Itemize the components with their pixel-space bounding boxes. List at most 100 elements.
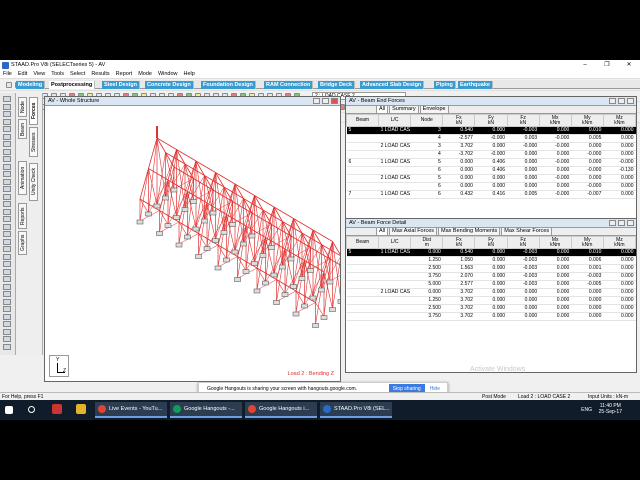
side-tool-button[interactable] <box>3 186 11 192</box>
side-tool-button[interactable] <box>3 253 11 260</box>
pinned-app-icon[interactable] <box>52 404 62 414</box>
side-tool-button[interactable] <box>3 276 11 282</box>
menu-results[interactable]: Results <box>88 71 112 77</box>
side-tool-button[interactable] <box>3 291 11 297</box>
side-tab-node[interactable]: Node <box>18 97 27 117</box>
side-tab-stresses[interactable]: Stresses <box>29 127 38 157</box>
purlin[interactable] <box>148 168 169 181</box>
rafter[interactable] <box>148 137 158 169</box>
column-header[interactable]: Beam <box>345 114 380 127</box>
table-row[interactable]: 6 0.000 0.406 0.000 0.000 -0.000 -0.130 <box>346 166 636 175</box>
column-header[interactable]: L/C <box>378 236 412 249</box>
menu-file[interactable]: File <box>0 71 15 77</box>
table-row[interactable]: 3.750 2.070 0.000 -0.003 0.000 -0.003 0.000 <box>346 272 636 281</box>
menu-mode[interactable]: Mode <box>135 71 155 77</box>
brace[interactable] <box>148 137 158 214</box>
table-row[interactable]: 2.500 3.702 0.000 0.000 0.000 0.000 0.000 <box>346 304 636 313</box>
table-row[interactable]: 5.000 2.577 0.000 -0.003 0.000 -0.005 0.000 <box>346 280 636 289</box>
table-row[interactable]: 1.250 3.702 0.000 0.000 0.000 0.000 0.000 <box>346 296 636 305</box>
table-row[interactable]: 2 LOAD CAS 0.000 3.702 0.000 0.000 0.000 0.000… <box>346 288 636 297</box>
structure-drawing[interactable] <box>45 106 340 382</box>
column-header[interactable]: Dist m <box>410 236 444 249</box>
side-tool-button[interactable] <box>3 148 11 155</box>
column-header[interactable]: Fz kN <box>506 236 540 249</box>
side-tab-beam[interactable]: Beam <box>18 119 27 139</box>
tab-modeling[interactable]: Modeling <box>16 81 46 89</box>
column-header[interactable]: Beam <box>345 236 380 249</box>
column-header[interactable]: Node <box>410 114 444 127</box>
tab-ram-connection[interactable]: RAM Connection <box>264 81 314 89</box>
close-button[interactable]: ✕ <box>618 60 640 70</box>
table-row[interactable]: 2 LOAD CAS 5 0.000 0.000 0.000 -0.000 0.000 0.0… <box>346 174 636 183</box>
taskbar-app-hangouts-1[interactable]: Google Hangouts -... <box>170 402 242 418</box>
column-header[interactable]: Fy kN <box>474 114 508 127</box>
side-tool-button[interactable] <box>3 283 11 290</box>
search-icon[interactable] <box>28 406 35 413</box>
side-tab-forces[interactable]: Forces <box>29 97 38 125</box>
brace[interactable] <box>323 241 333 317</box>
brace[interactable] <box>273 206 283 267</box>
column-header[interactable]: Fy kN <box>474 236 508 249</box>
table-row[interactable]: 1.250 1.050 0.000 -0.003 0.000 0.006 0.000 <box>346 256 636 265</box>
brace[interactable] <box>293 218 303 278</box>
close-icon[interactable] <box>627 220 634 226</box>
maximize-icon[interactable] <box>618 98 625 104</box>
menu-edit[interactable]: Edit <box>15 71 30 77</box>
brace[interactable] <box>254 195 264 255</box>
table-row[interactable]: 51 LOAD CAS 3 0.540 0.000 -0.003 0.000 0.010 0.… <box>346 126 636 135</box>
column-header[interactable]: Mz kNm <box>602 236 637 249</box>
table-row[interactable]: 2 LOAD CAS 3 3.702 0.000 -0.000 -0.000 0.000 0.… <box>346 142 636 151</box>
menu-help[interactable]: Help <box>181 71 198 77</box>
side-tool-button[interactable] <box>3 126 11 132</box>
side-tool-button[interactable] <box>3 306 11 312</box>
brace[interactable] <box>176 149 186 209</box>
side-tool-button[interactable] <box>3 118 11 125</box>
tab-all[interactable]: All <box>376 227 389 235</box>
language-indicator[interactable]: ENG <box>581 407 592 413</box>
brace[interactable] <box>265 206 275 283</box>
rafter[interactable] <box>323 241 333 273</box>
side-tool-button[interactable] <box>3 96 11 102</box>
brace[interactable] <box>206 172 216 248</box>
taskbar-app-staad[interactable]: STAAD.Pro V8i (SEL... <box>320 402 392 418</box>
side-tab-graphs[interactable]: Graphs <box>18 231 27 255</box>
tab-earthquake[interactable]: Earthquake <box>458 81 493 89</box>
side-tool-button[interactable] <box>3 246 11 252</box>
side-tool-button[interactable] <box>3 201 11 207</box>
rafter[interactable] <box>304 229 314 261</box>
brace[interactable] <box>215 172 225 232</box>
rafter[interactable] <box>245 195 255 227</box>
side-tab-animation[interactable]: Animation <box>18 161 27 195</box>
side-tool-button[interactable] <box>3 313 11 320</box>
table-row[interactable]: 61 LOAD CAS 5 0.000 0.406 0.000 -0.000 0.000 -0… <box>346 158 636 167</box>
column-header[interactable]: L/C <box>378 114 412 127</box>
tab-bridge-deck[interactable]: Bridge Deck <box>318 81 356 89</box>
menu-report[interactable]: Report <box>113 71 136 77</box>
side-tool-button[interactable] <box>3 343 11 350</box>
tab-piping[interactable]: Piping <box>434 81 456 89</box>
rafter[interactable] <box>226 183 236 215</box>
brace[interactable] <box>234 183 244 244</box>
beam-end-forces-table[interactable]: Beam L/C Node Fx kN Fy kN Fz kN Mx kNm My kNm Mz… <box>345 114 637 199</box>
side-tool-button[interactable] <box>3 156 11 162</box>
brace[interactable] <box>156 137 166 198</box>
side-tab-reports[interactable]: Reports <box>18 203 27 229</box>
menu-select[interactable]: Select <box>67 71 88 77</box>
toolbar-button[interactable] <box>6 82 12 88</box>
column-header[interactable]: Mx kNm <box>538 236 572 249</box>
taskbar-app-youtube[interactable]: Live Events - YouTu... <box>95 402 167 418</box>
brace[interactable] <box>187 160 197 237</box>
taskbar-app-hangouts-2[interactable]: Google Hangouts i... <box>245 402 317 418</box>
minimize-button[interactable]: – <box>574 60 596 70</box>
side-tool-button[interactable] <box>3 103 11 110</box>
side-tool-button[interactable] <box>3 163 11 170</box>
tab-all[interactable]: All <box>376 105 389 113</box>
column-header[interactable]: Fx kN <box>442 236 476 249</box>
side-tool-button[interactable] <box>3 223 11 230</box>
menu-view[interactable]: View <box>30 71 48 77</box>
tab-concrete-design[interactable]: Concrete Design <box>145 81 194 89</box>
side-tool-button[interactable] <box>3 178 11 185</box>
brace[interactable] <box>315 302 325 317</box>
close-icon[interactable] <box>627 98 634 104</box>
side-tool-button[interactable] <box>3 261 11 267</box>
